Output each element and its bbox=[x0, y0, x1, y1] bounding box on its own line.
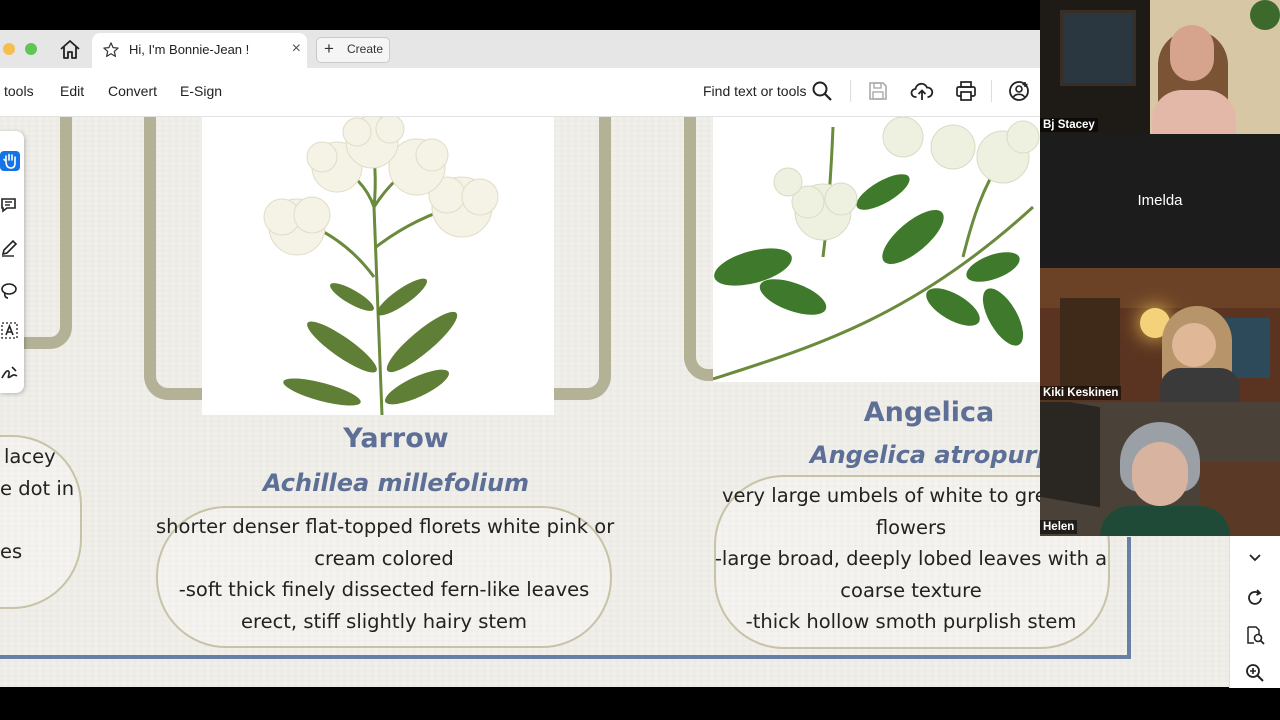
yarrow-desc-line: -soft thick finely dissected fern-like l… bbox=[178, 578, 590, 601]
search-icon[interactable] bbox=[810, 79, 834, 103]
text-select-icon[interactable] bbox=[0, 321, 20, 341]
menu-all-tools[interactable]: l tools bbox=[0, 83, 34, 99]
page-border-right bbox=[1127, 537, 1131, 659]
print-icon[interactable] bbox=[954, 79, 978, 103]
angelica-desc-line: -large broad, deeply lobed leaves with a bbox=[714, 547, 1108, 570]
refresh-icon[interactable] bbox=[1244, 587, 1266, 609]
page-border-bottom bbox=[0, 655, 1131, 659]
plus-icon: + bbox=[324, 39, 334, 58]
bottom-black-bar bbox=[0, 688, 1280, 720]
window-minimize-button[interactable] bbox=[3, 43, 15, 55]
toolbar-divider bbox=[850, 80, 851, 102]
video-tile-helen[interactable]: Helen bbox=[1040, 402, 1280, 536]
yarrow-title: Yarrow bbox=[343, 423, 449, 454]
participant-name: Imelda bbox=[1137, 192, 1183, 209]
yarrow-desc-line: shorter denser flat-topped florets white… bbox=[156, 515, 615, 538]
top-black-bar bbox=[0, 0, 1040, 30]
video-tile-kiki-keskinen[interactable]: Kiki Keskinen bbox=[1040, 268, 1280, 402]
tab-title: Hi, I'm Bonnie-Jean ! bbox=[129, 42, 250, 57]
find-text-label[interactable]: Find text or tools bbox=[703, 83, 807, 99]
zoom-in-icon[interactable] bbox=[1244, 662, 1266, 684]
tab-bonnie-jean[interactable]: Hi, I'm Bonnie-Jean ! × bbox=[92, 33, 307, 68]
yarrow-latin-name: Achillea millefolium bbox=[262, 469, 530, 497]
left-partial-line: lacey bbox=[4, 445, 56, 468]
upload-icon[interactable] bbox=[910, 79, 934, 103]
menu-e-sign[interactable]: E-Sign bbox=[180, 83, 222, 99]
left-partial-line: es bbox=[0, 540, 23, 563]
menu-convert[interactable]: Convert bbox=[108, 83, 157, 99]
lasso-icon[interactable] bbox=[0, 281, 20, 301]
video-tile-bj-stacey[interactable]: Bj Stacey bbox=[1040, 0, 1280, 134]
sign-icon[interactable] bbox=[0, 363, 20, 383]
chevron-down-icon[interactable] bbox=[1244, 546, 1266, 568]
create-button[interactable]: + Create bbox=[316, 37, 390, 63]
window-maximize-button[interactable] bbox=[25, 43, 37, 55]
angelica-desc-line: coarse texture bbox=[840, 579, 982, 602]
participant-name: Bj Stacey bbox=[1040, 118, 1098, 132]
account-icon[interactable] bbox=[1007, 79, 1031, 103]
star-icon[interactable] bbox=[102, 41, 120, 59]
menu-edit[interactable]: Edit bbox=[60, 83, 84, 99]
right-tools-panel bbox=[1229, 536, 1280, 688]
participant-name: Helen bbox=[1040, 520, 1078, 534]
angelica-title: Angelica bbox=[863, 397, 995, 428]
save-icon[interactable] bbox=[866, 79, 890, 103]
comment-icon[interactable] bbox=[0, 195, 20, 215]
hand-icon[interactable] bbox=[0, 151, 20, 171]
left-partial-line: e dot in bbox=[0, 477, 75, 500]
video-tile-imelda[interactable]: Imelda bbox=[1040, 134, 1280, 268]
participant-name: Kiki Keskinen bbox=[1040, 386, 1122, 400]
yarrow-desc-line: erect, stiff slightly hairy stem bbox=[240, 610, 528, 633]
tab-close-icon[interactable]: × bbox=[292, 40, 301, 58]
home-icon[interactable] bbox=[58, 38, 82, 62]
create-label: Create bbox=[347, 42, 384, 56]
yarrow-desc-line: cream colored bbox=[314, 547, 454, 570]
pen-icon[interactable] bbox=[0, 237, 20, 257]
app-toolbar: l tools Edit Convert E-Sign Find text or… bbox=[0, 68, 1040, 117]
angelica-desc-line: -thick hollow smoth purplish stem bbox=[745, 610, 1077, 633]
angelica-photo bbox=[713, 117, 1040, 382]
page-search-icon[interactable] bbox=[1244, 624, 1266, 646]
toolbar-divider bbox=[991, 80, 992, 102]
quick-tools-panel bbox=[0, 131, 24, 393]
yarrow-photo bbox=[202, 117, 554, 415]
